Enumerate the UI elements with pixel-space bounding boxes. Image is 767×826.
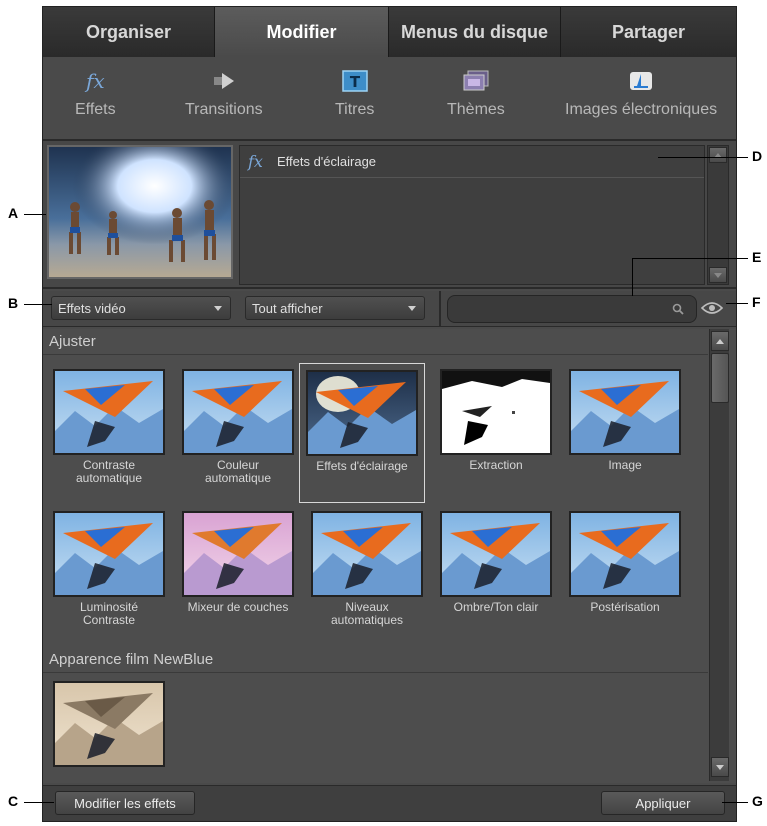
effect-thumbnail	[440, 369, 552, 455]
effect-thumbnail	[569, 369, 681, 455]
effect-caption: Postérisation	[590, 600, 660, 614]
callout-line	[24, 214, 46, 215]
svg-text:T: T	[350, 73, 361, 91]
callout-line	[722, 802, 748, 803]
callout-line	[24, 304, 52, 305]
callout-g: G	[752, 793, 763, 809]
effect-thumbnail	[53, 369, 165, 455]
edit-effects-button[interactable]: Modifier les effets	[55, 791, 195, 815]
scroll-down-button[interactable]	[709, 267, 727, 283]
tab-partager[interactable]: Partager	[561, 7, 736, 57]
toolbar-label: Transitions	[185, 101, 263, 118]
effect-caption: Mixeur de couches	[187, 600, 289, 614]
effect-preview-image	[47, 145, 233, 279]
effect-caption: Image	[608, 458, 642, 472]
effect-thumbnail	[53, 511, 165, 597]
effects-scrollbar[interactable]	[709, 329, 729, 781]
callout-e: E	[752, 249, 762, 265]
section-header: Apparence film NewBlue	[43, 647, 708, 673]
fx-icon: fx	[248, 152, 263, 171]
effect-thumbnail	[569, 511, 681, 597]
effect-item[interactable]: Ombre/Ton clair	[434, 511, 558, 614]
effect-caption: Effets d'éclairage	[316, 459, 408, 473]
callout-line	[658, 157, 748, 158]
callout-line	[632, 258, 748, 259]
show-value: Tout afficher	[252, 300, 323, 316]
category-dropdown[interactable]: Effets vidéo	[51, 296, 231, 320]
effect-item[interactable]: Couleur automatique	[176, 369, 300, 485]
callout-b: B	[8, 295, 19, 311]
clipart-icon	[629, 67, 653, 95]
effect-caption: Niveaux automatiques	[330, 600, 404, 627]
main-tabs: Organiser Modifier Menus du disque Parta…	[43, 7, 736, 57]
category-value: Effets vidéo	[58, 300, 126, 316]
effect-title: Effets d'éclairage	[276, 154, 377, 169]
toolbar-label: Images électroniques	[565, 101, 718, 118]
fx-icon: fx	[85, 69, 105, 93]
effect-caption: Ombre/Ton clair	[453, 600, 539, 614]
effect-item[interactable]: Niveaux automatiques	[305, 511, 429, 627]
scroll-up-button[interactable]	[711, 331, 729, 351]
search-input[interactable]	[447, 295, 697, 323]
toolbar-label: Titres	[335, 101, 375, 118]
effect-caption: Couleur automatique	[204, 458, 272, 485]
callout-c: C	[8, 793, 19, 809]
effect-thumbnail	[311, 511, 423, 597]
effect-thumbnail	[53, 681, 165, 767]
effect-item[interactable]: Contraste automatique	[47, 369, 171, 485]
effect-item[interactable]: Image	[563, 369, 687, 472]
effects-panel: Organiser Modifier Menus du disque Parta…	[42, 6, 737, 822]
edit-toolbar: fx Effets Transitions T Titres Thèmes Im…	[43, 57, 736, 141]
effect-caption: Luminosité Contraste	[79, 600, 139, 627]
filter-row: Effets vidéo Tout afficher	[43, 291, 736, 327]
toolbar-titres[interactable]: T Titres	[335, 67, 374, 119]
effect-item[interactable]	[47, 681, 171, 771]
toolbar-label: Effets	[75, 101, 116, 118]
chevron-down-icon	[408, 306, 416, 311]
eye-icon[interactable]	[701, 301, 723, 315]
themes-icon	[463, 67, 489, 95]
effect-caption: Extraction	[469, 458, 523, 472]
title-T-icon: T	[341, 67, 368, 95]
callout-f: F	[752, 294, 761, 310]
description-scrollbar[interactable]	[707, 145, 729, 285]
effect-item[interactable]: Postérisation	[563, 511, 687, 614]
effect-thumbnail	[182, 369, 294, 455]
effect-item[interactable]: Extraction	[434, 369, 558, 472]
toolbar-label: Thèmes	[447, 101, 505, 118]
bottom-bar: Modifier les effets Appliquer	[43, 785, 736, 821]
effect-item[interactable]: Mixeur de couches	[176, 511, 300, 614]
toolbar-themes[interactable]: Thèmes	[447, 67, 505, 119]
scroll-thumb[interactable]	[711, 353, 729, 403]
toolbar-transitions[interactable]: Transitions	[185, 67, 263, 119]
callout-line	[24, 802, 54, 803]
section-header: Ajuster	[43, 329, 708, 355]
transition-arrow-icon	[212, 67, 236, 95]
callout-line	[726, 303, 748, 304]
chevron-down-icon	[214, 306, 222, 311]
apply-button[interactable]: Appliquer	[601, 791, 725, 815]
callout-d: D	[752, 148, 763, 164]
effect-item[interactable]: Luminosité Contraste	[47, 511, 171, 627]
divider	[439, 291, 441, 327]
tab-menus-du-disque[interactable]: Menus du disque	[389, 7, 561, 57]
effect-thumbnail	[182, 511, 294, 597]
effect-title-row: fx Effets d'éclairage	[240, 146, 704, 178]
effect-caption: Contraste automatique	[75, 458, 143, 485]
effect-thumbnail	[440, 511, 552, 597]
effect-description: fx Effets d'éclairage	[239, 145, 705, 285]
effect-thumbnail	[306, 370, 418, 456]
effects-list: Ajuster Contraste automatique Couleur au…	[43, 329, 736, 783]
effect-item[interactable]: Effets d'éclairage	[299, 363, 425, 503]
tab-modifier[interactable]: Modifier	[215, 7, 389, 57]
callout-a: A	[8, 205, 19, 221]
scroll-down-button[interactable]	[711, 757, 729, 777]
toolbar-images-electroniques[interactable]: Images électroniques	[565, 67, 717, 119]
tab-organiser[interactable]: Organiser	[43, 7, 215, 57]
scroll-up-button[interactable]	[709, 147, 727, 163]
callout-line	[632, 258, 633, 296]
search-icon	[672, 303, 684, 315]
toolbar-effets[interactable]: fx Effets	[75, 67, 116, 119]
show-dropdown[interactable]: Tout afficher	[245, 296, 425, 320]
